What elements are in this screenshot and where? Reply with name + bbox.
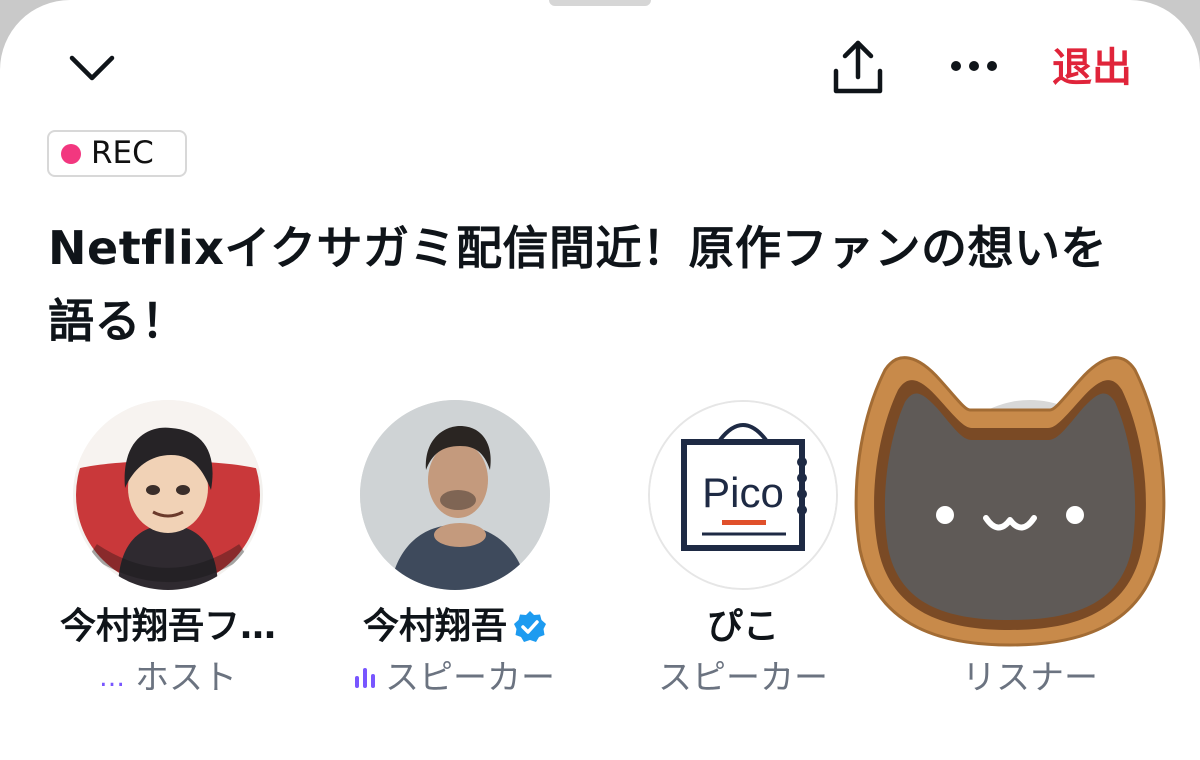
participant-speaker[interactable]: 今村翔吾 スピーカー <box>305 400 605 699</box>
participant-host[interactable]: 今村翔吾フ… … ホスト <box>18 400 318 699</box>
space-title: Netflixイクサガミ配信間近！原作ファンの想いを語る！ <box>48 221 1107 348</box>
avatar[interactable] <box>73 400 263 590</box>
listening-dots-icon: … <box>99 663 125 693</box>
verified-badge-icon <box>514 611 546 642</box>
participant-role: ホスト <box>135 658 237 698</box>
recording-dot-icon <box>61 143 81 164</box>
avatar[interactable]: Pico <box>648 400 838 590</box>
sheet-grabber[interactable] <box>549 0 651 6</box>
participant-role: スピーカー <box>385 658 555 698</box>
rec-label: REC <box>91 135 154 171</box>
participant-name: 今村翔吾フ… <box>59 606 276 647</box>
share-icon[interactable] <box>824 34 892 100</box>
more-horizontal-icon[interactable] <box>940 44 1008 88</box>
participant-role: スピーカー <box>658 658 828 698</box>
participant-name: ぴこ <box>706 606 779 647</box>
chevron-down-icon[interactable] <box>60 40 124 96</box>
exit-button[interactable]: 退出 <box>1052 40 1132 96</box>
participant-name: 今村翔吾 <box>362 606 507 647</box>
rec-badge: REC <box>47 130 187 177</box>
avatar[interactable] <box>360 400 550 590</box>
speaking-indicator-icon <box>355 668 375 688</box>
space-sheet: 退出 REC Netflixイクサガミ配信間近！原作ファンの想いを語る！ 今村翔… <box>0 0 1200 760</box>
avatar-logo-text: Pico <box>702 469 784 516</box>
cat-face-sticker-icon <box>854 356 1166 647</box>
participant-role: リスナー <box>962 658 1098 698</box>
